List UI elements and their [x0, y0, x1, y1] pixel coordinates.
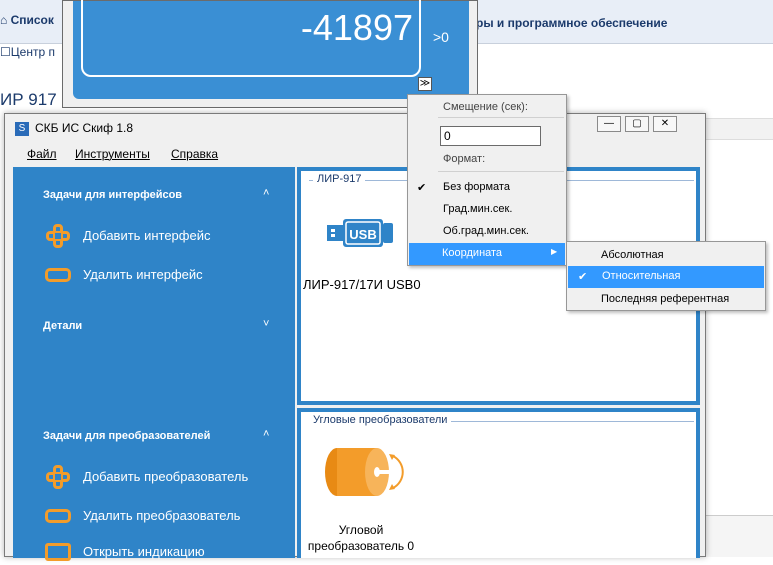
menu-help[interactable]: Справка — [171, 147, 218, 161]
encoder-group-title: Угловые преобразователи — [309, 414, 452, 426]
interfaces-header[interactable]: Задачи для интерфейсов — [43, 189, 182, 201]
close-icon[interactable]: ✕ — [653, 116, 677, 132]
offset-label: Смещение (сек): — [443, 101, 528, 113]
browser-bottom-bar — [705, 515, 773, 557]
details-header[interactable]: Детали — [43, 320, 82, 332]
window-icon — [45, 539, 71, 561]
indicator-panel: -41897 >0 ≫ — [73, 0, 469, 99]
chevron-up-icon[interactable]: ˄ — [263, 428, 269, 440]
encoder-label[interactable]: Угловой преобразователь 0 — [301, 522, 421, 554]
format-option-rev-dms[interactable]: Об.град.мин.сек. — [443, 225, 529, 237]
chevron-up-icon[interactable]: ˄ — [263, 187, 269, 199]
coordinate-submenu: Абсолютная ✔ Относительная Последняя реф… — [566, 241, 766, 311]
converters-header[interactable]: Задачи для преобразователей — [43, 430, 210, 442]
indicator-window: -41897 >0 ≫ — [62, 0, 478, 108]
coordinate-absolute[interactable]: Абсолютная — [601, 249, 664, 261]
chevron-double-down-icon[interactable]: ≫ — [418, 77, 432, 91]
submenu-arrow-icon: ▶ — [551, 247, 558, 256]
chevron-down-icon[interactable]: ˅ — [263, 318, 269, 330]
usb-icon-text: USB — [349, 227, 376, 242]
home-icon: ⌂ — [0, 13, 11, 27]
format-label: Формат: — [443, 153, 486, 165]
task-sidebar: Задачи для интерфейсов ˄ Добавить интерф… — [13, 167, 295, 561]
coordinate-last-reference[interactable]: Последняя референтная — [601, 293, 729, 305]
menu-bar: Файл Инструменты Справка — [11, 143, 701, 163]
format-option-none[interactable]: Без формата — [443, 181, 510, 193]
checkmark-icon: ✔ — [417, 182, 427, 194]
menu-separator — [438, 117, 564, 118]
minus-icon — [45, 503, 71, 523]
usb-icon[interactable]: USB — [325, 215, 397, 254]
browser-tab-center[interactable]: ☐Центр п — [0, 45, 55, 59]
encoder-panel: Угловые преобразователи Угловой преобраз… — [297, 408, 700, 558]
browser-tab-hardware[interactable]: ры и программное обеспечение — [476, 16, 667, 30]
indicator-display-frame: -41897 — [81, 0, 421, 77]
offset-input[interactable] — [440, 126, 541, 146]
minimize-icon[interactable]: — — [597, 116, 621, 132]
plus-icon — [45, 464, 71, 490]
plus-icon — [45, 223, 71, 249]
app-logo-icon: S — [15, 122, 29, 136]
maximize-icon[interactable]: ▢ — [625, 116, 649, 132]
checkmark-icon: ✔ — [578, 271, 588, 283]
encoder-group: Угловые преобразователи Угловой преобраз… — [301, 412, 696, 558]
indicator-value: -41897 — [300, 7, 413, 48]
browser-page-heading: ИР 917 — [0, 90, 57, 109]
coordinate-menu-item[interactable]: Координата ▶ — [409, 243, 565, 265]
app-window: S СКБ ИС Скиф 1.8 — ▢ ✕ Файл Инструменты… — [4, 113, 706, 561]
format-option-dms[interactable]: Град.мин.сек. — [443, 203, 512, 215]
menu-file[interactable]: Файл — [27, 147, 57, 161]
indicator-flag: >0 — [433, 29, 449, 45]
menu-tools[interactable]: Инструменты — [75, 147, 150, 161]
indicator-context-menu: Смещение (сек): Формат: ✔ Без формата Гр… — [407, 94, 567, 266]
browser-tab-list[interactable]: ⌂ Список — [0, 13, 54, 27]
device-group-title: ЛИР-917 — [313, 173, 366, 185]
device-label[interactable]: ЛИР-917/17И USB0 — [303, 277, 421, 292]
browser-strip — [705, 118, 773, 140]
minus-icon — [45, 262, 71, 282]
menu-separator — [438, 171, 564, 172]
coordinate-relative[interactable]: ✔ Относительная — [568, 266, 764, 288]
app-title: СКБ ИС Скиф 1.8 — [35, 121, 133, 135]
checkbox-icon: ☐ — [0, 45, 11, 59]
encoder-icon[interactable] — [323, 444, 407, 505]
